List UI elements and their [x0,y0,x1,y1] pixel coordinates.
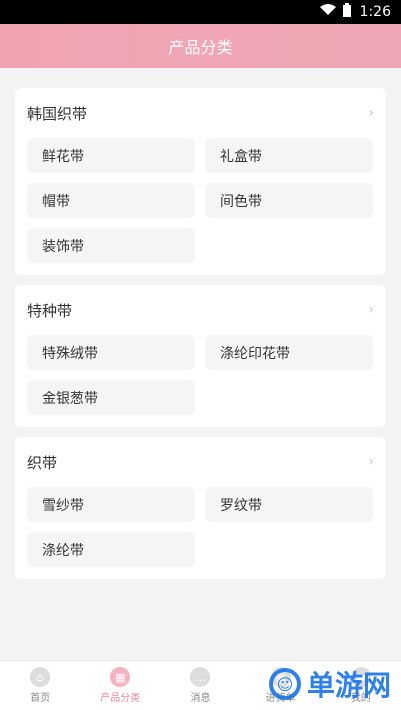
chevron-right-icon: › [368,454,374,470]
wifi-icon [319,4,336,20]
status-icons [319,3,352,21]
status-time: 1:26 [359,4,391,20]
watermark-text: 单游网 [306,669,391,702]
subcategory-chip[interactable]: 装饰带 [27,228,195,263]
subcategory-grid: 鲜花带 礼盒带 帽带 间色带 装饰带 [27,138,374,265]
subcategory-chip[interactable]: 罗纹带 [205,487,373,522]
page-header: 产品分类 [0,24,401,68]
category-header[interactable]: 韩国织带 › [27,88,374,138]
category-title: 织带 [27,453,58,472]
category-list: 韩国织带 › 鲜花带 礼盒带 帽带 间色带 装饰带 特种带 › 特殊绒带 涤纶印… [15,88,386,589]
subcategory-chip[interactable]: 帽带 [27,183,195,218]
subcategory-grid: 特殊绒带 涤纶印花带 金银葱带 [27,335,374,417]
category-card: 特种带 › 特殊绒带 涤纶印花带 金银葱带 [15,285,386,427]
nav-item-messages[interactable]: … 消息 [160,667,240,704]
category-title: 韩国织带 [27,104,88,123]
logo-icon: ☺ [268,668,301,700]
nav-item-categories[interactable]: ▦ 产品分类 [80,667,160,704]
nav-item-home[interactable]: ⌂ 首页 [0,667,80,704]
grid-icon: ▦ [110,667,131,687]
page-title: 产品分类 [168,38,233,57]
category-header[interactable]: 特种带 › [27,285,374,335]
subcategory-chip[interactable]: 涤纶印花带 [205,335,373,370]
subcategory-chip[interactable]: 鲜花带 [27,138,195,173]
nav-label: 首页 [30,693,51,704]
chevron-right-icon: › [368,302,374,318]
status-bar: 1:26 [0,0,401,24]
category-card: 韩国织带 › 鲜花带 礼盒带 帽带 间色带 装饰带 [15,88,386,275]
home-icon: ⌂ [30,667,51,687]
subcategory-chip[interactable]: 间色带 [205,183,373,218]
nav-label: 消息 [190,693,211,704]
message-icon: … [190,667,211,687]
subcategory-chip[interactable]: 涤纶带 [27,532,195,567]
battery-icon [342,3,352,21]
nav-label: 产品分类 [100,693,141,704]
category-card: 织带 › 雪纱带 罗纹带 涤纶带 [15,437,386,579]
subcategory-chip[interactable]: 特殊绒带 [27,335,195,370]
category-title: 特种带 [27,301,73,320]
subcategory-chip[interactable]: 雪纱带 [27,487,195,522]
subcategory-grid: 雪纱带 罗纹带 涤纶带 [27,487,374,569]
chevron-right-icon: › [368,105,374,121]
subcategory-chip[interactable]: 礼盒带 [205,138,373,173]
subcategory-chip[interactable]: 金银葱带 [27,380,195,415]
category-header[interactable]: 织带 › [27,437,374,487]
watermark: ☺ 单游网 [268,664,391,704]
